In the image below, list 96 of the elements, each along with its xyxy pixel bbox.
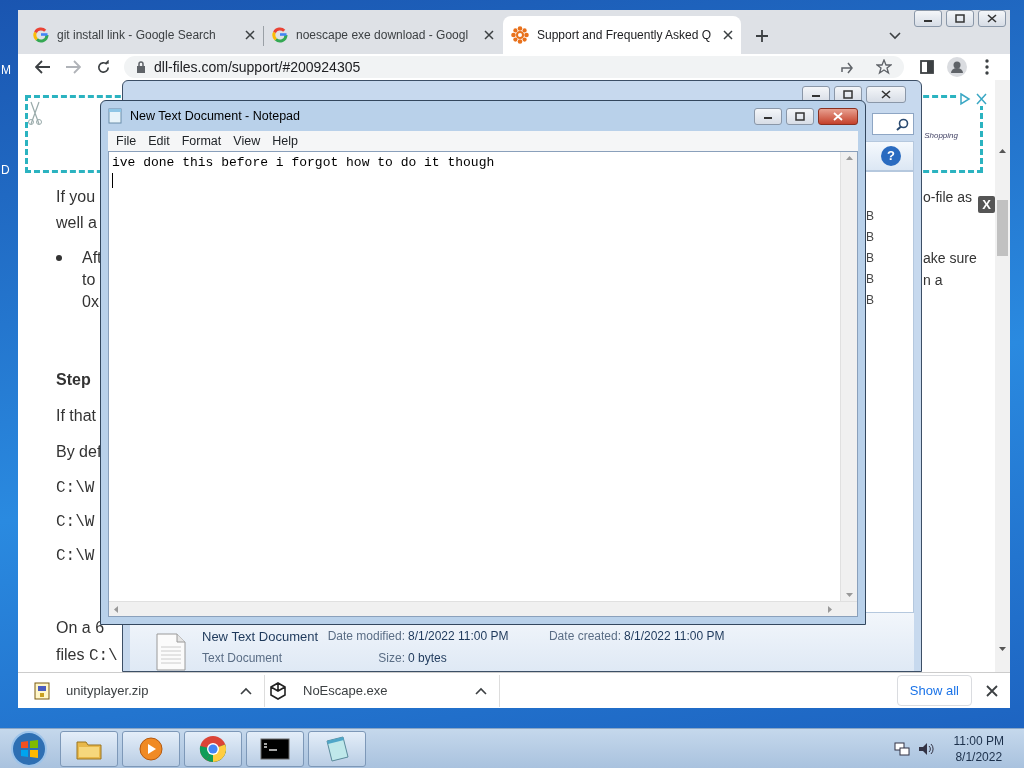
gear-icon [511, 26, 529, 44]
bullet-icon [56, 255, 62, 261]
maximize-button[interactable] [786, 107, 814, 125]
menu-item[interactable]: Help [266, 131, 304, 151]
notepad-icon [324, 734, 350, 763]
paragraph-line: By def [56, 442, 103, 462]
url-text: dll-files.com/support/#200924305 [154, 57, 361, 77]
paragraph-line: o-file as [923, 188, 973, 207]
google-icon [272, 27, 288, 43]
back-icon[interactable] [35, 60, 51, 74]
tab-list-chevron-icon[interactable] [889, 32, 901, 40]
scrollbar[interactable] [995, 80, 1010, 672]
file-size-cell-text: B [866, 208, 875, 225]
list-item-line: 0x [82, 292, 100, 312]
field-value: 0 bytes [408, 649, 448, 667]
ad-text: Shopping [924, 130, 958, 142]
caret-icon[interactable] [475, 686, 487, 695]
terminal-icon [260, 736, 290, 761]
menu-item[interactable]: Format [175, 131, 228, 151]
help-button[interactable]: ? [881, 146, 901, 166]
maximize-icon[interactable] [795, 111, 805, 121]
field-value: 8/1/2022 11:00 PM [408, 628, 510, 645]
lock-icon[interactable] [136, 61, 146, 73]
list-item-line: ake sure [923, 249, 977, 268]
taskbar-app-button[interactable] [246, 730, 304, 767]
file-size-cell-text: B [866, 250, 875, 267]
desktop-icon-label[interactable]: D [1, 163, 10, 177]
scroll-thumb[interactable] [997, 200, 1008, 256]
new-tab-icon[interactable] [755, 29, 769, 43]
profile-icon[interactable] [947, 57, 967, 77]
field-label: Date created: [547, 628, 621, 645]
download-item[interactable]: unityplayer.zip [30, 674, 265, 707]
ad-choices-icon[interactable] [958, 92, 988, 106]
share-icon[interactable] [840, 60, 856, 74]
window-title: New Text Document - Notepad [130, 107, 300, 125]
paragraph-line: If you [56, 187, 97, 207]
menu-item[interactable]: Edit [142, 131, 176, 151]
google-icon [33, 27, 49, 43]
caret-icon[interactable] [240, 686, 252, 695]
close-button[interactable] [818, 107, 858, 125]
file-size-cell-text: B [866, 229, 875, 246]
close-icon[interactable] [881, 89, 891, 99]
menu-icon[interactable] [985, 59, 989, 75]
field-value: Text Document [202, 649, 284, 667]
close-button[interactable] [866, 85, 906, 103]
field-value: New Text Document [202, 628, 318, 646]
search-icon[interactable] [896, 117, 909, 131]
clock[interactable]: 11:00 PM 8/1/2022 [953, 732, 1004, 765]
code-path: C:\W [56, 546, 96, 567]
reload-icon[interactable] [95, 59, 111, 75]
browser-tab[interactable]: Support and Frequently Asked Q [503, 16, 741, 54]
scissors-icon [28, 100, 42, 126]
field-label: Date modified: [326, 628, 405, 645]
paragraph-line: well a [56, 213, 98, 233]
maximize-icon[interactable] [843, 89, 853, 99]
field-label: Size: [377, 649, 405, 667]
minimize-button[interactable] [914, 10, 942, 27]
cube-icon [269, 681, 287, 700]
menu-item[interactable]: View [227, 131, 267, 151]
close-icon[interactable] [245, 30, 255, 40]
close-icon[interactable] [723, 30, 733, 40]
ad-close-button[interactable]: X [978, 196, 995, 213]
list-item-line: to [82, 270, 97, 290]
paragraph-line: If that [56, 406, 98, 426]
code-path: C:\W [56, 478, 96, 499]
sidebar-icon[interactable] [920, 60, 934, 74]
download-item[interactable]: NoEscape.exe [265, 674, 500, 707]
minimize-button[interactable] [754, 107, 782, 125]
network-icon[interactable] [893, 740, 910, 757]
file-size-cell-text: B [866, 271, 875, 288]
media-player-icon [138, 735, 164, 762]
close-button[interactable] [978, 10, 1006, 27]
zip-file-icon [34, 681, 50, 700]
close-icon[interactable] [484, 30, 494, 40]
maximize-icon[interactable] [955, 14, 965, 23]
section-heading: Step [56, 370, 92, 390]
desktop-icon-label[interactable]: M [1, 63, 11, 77]
paragraph-line: files C:\ [56, 645, 119, 667]
list-item-line: Aft [82, 248, 103, 268]
search-field[interactable] [872, 113, 914, 135]
menu-item[interactable]: File [110, 131, 143, 151]
browser-icon [199, 734, 227, 763]
browser-tab[interactable]: noescape exe download - Googl [264, 16, 502, 54]
show-all-button[interactable]: Show all [896, 674, 972, 707]
maximize-button[interactable] [946, 10, 974, 27]
notepad-icon [108, 108, 122, 124]
start-button[interactable] [10, 729, 48, 768]
browser-tab[interactable]: git install link - Google Search [25, 16, 263, 54]
field-value: 8/1/2022 11:00 PM [624, 628, 725, 645]
close-icon[interactable] [987, 14, 997, 23]
address-bar[interactable]: dll-files.com/support/#200924305 [124, 56, 904, 78]
close-icon[interactable] [986, 684, 998, 697]
code-path: C:\W [56, 512, 96, 533]
list-item-line: n a [923, 271, 943, 290]
file-size-cell-text: B [866, 292, 875, 309]
star-icon[interactable] [876, 59, 892, 75]
